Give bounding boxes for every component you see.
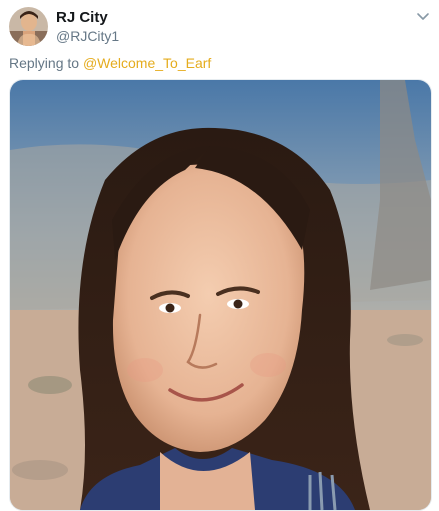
- chevron-down-icon[interactable]: [415, 10, 431, 24]
- display-name[interactable]: RJ City: [56, 9, 108, 26]
- tweet-card: RJ City @RJCity1 Replying to @Welcome_To…: [0, 0, 439, 511]
- reply-context: Replying to @Welcome_To_Earf: [9, 55, 211, 71]
- tweet-photo[interactable]: [9, 79, 432, 511]
- avatar[interactable]: [9, 7, 48, 46]
- reply-mention-link[interactable]: @Welcome_To_Earf: [83, 55, 211, 71]
- user-handle[interactable]: @RJCity1: [56, 28, 119, 44]
- reply-prefix: Replying to: [9, 55, 83, 71]
